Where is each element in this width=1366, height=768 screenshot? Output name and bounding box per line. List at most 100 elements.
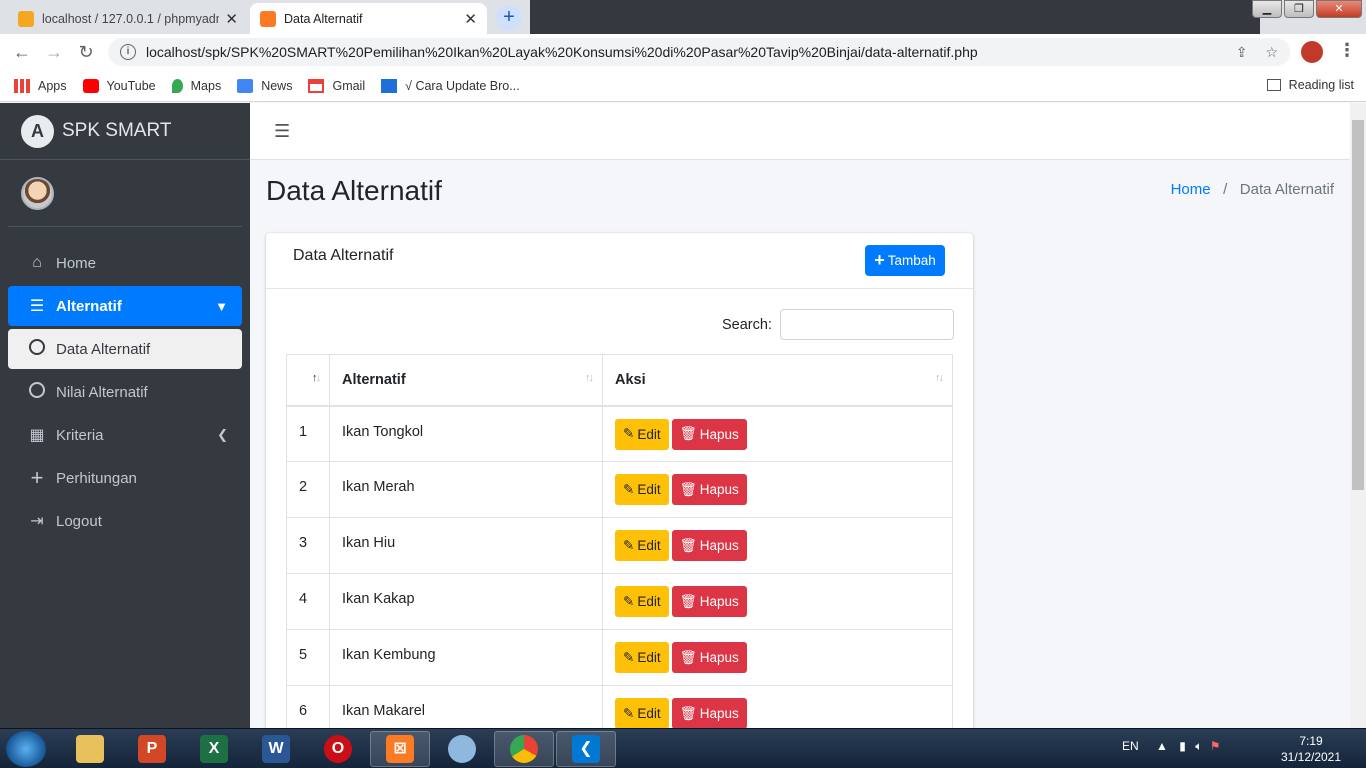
pencil-icon: ✎: [623, 537, 635, 553]
chevron-down-icon: ▼: [215, 298, 228, 314]
sidebar-item-home[interactable]: ⌂ Home: [8, 243, 242, 283]
bookmark-youtube[interactable]: YouTube: [82, 78, 156, 93]
delete-button[interactable]: 🗑︎ Hapus: [671, 586, 747, 617]
add-button[interactable]: + Tambah: [865, 245, 945, 276]
sort-asc-icon[interactable]: ↑↓: [312, 372, 321, 384]
clock-time: 7:19: [1299, 734, 1323, 748]
sidebar-item-label: Nilai Alternatif: [56, 383, 148, 401]
edit-button[interactable]: ✎ Edit: [615, 642, 669, 673]
scrollbar-thumb[interactable]: [1352, 120, 1364, 490]
address-bar[interactable]: i localhost/spk/SPK%20SMART%20Pemilihan%…: [108, 38, 1290, 66]
bookmark-cara-update[interactable]: √ Cara Update Bro...: [381, 78, 520, 93]
sidebar-item-kriteria[interactable]: ▦ Kriteria ❮: [8, 415, 242, 455]
vscode-icon[interactable]: ❮: [556, 731, 616, 767]
close-window-button[interactable]: ✕: [1316, 0, 1362, 18]
page-scrollbar[interactable]: [1350, 103, 1366, 728]
delete-button[interactable]: 🗑︎ Hapus: [671, 530, 747, 561]
news-icon: [237, 78, 254, 93]
sidebar-item-alternatif[interactable]: ☰ Alternatif ▼: [8, 286, 242, 326]
sort-icon[interactable]: ↑↓: [585, 372, 594, 384]
hamburger-menu-icon[interactable]: ☰: [274, 121, 290, 142]
alternatif-name: Ikan Hiu: [329, 517, 603, 574]
sidebar-item-nilai-alternatif[interactable]: Nilai Alternatif: [8, 372, 242, 412]
row-actions: ✎ Edit 🗑︎ Hapus: [602, 517, 953, 574]
table-header-row: ↑↓ Alternatif ↑↓ Aksi ↑↓: [286, 354, 953, 407]
edit-label: Edit: [637, 650, 661, 665]
search-input[interactable]: [779, 309, 954, 340]
breadcrumb-home-link[interactable]: Home: [1171, 181, 1211, 198]
reload-icon[interactable]: ↻: [70, 42, 102, 63]
forward-icon[interactable]: →: [38, 42, 70, 63]
sort-icon[interactable]: ↑↓: [935, 372, 944, 384]
tab-phpmyadmin[interactable]: localhost / 127.0.0.1 / phpmyadmin ✕: [8, 3, 248, 34]
breadcrumb-separator: /: [1214, 181, 1236, 198]
reading-list-label: Reading list: [1288, 78, 1354, 92]
back-icon[interactable]: ←: [6, 42, 38, 63]
column-header-alternatif[interactable]: Alternatif ↑↓: [329, 354, 603, 407]
bookmark-apps[interactable]: Apps: [14, 78, 67, 93]
edit-button[interactable]: ✎ Edit: [615, 530, 669, 561]
brand-link[interactable]: A SPK SMART: [0, 103, 250, 160]
edit-button[interactable]: ✎ Edit: [615, 698, 669, 729]
add-button-label: Tambah: [887, 253, 936, 268]
network-icon[interactable]: ⚑: [1210, 739, 1221, 753]
powerpoint-icon[interactable]: P: [122, 731, 182, 767]
pencil-icon: ✎: [623, 649, 635, 665]
row-number: 4: [286, 573, 330, 630]
pencil-icon: ✎: [623, 426, 635, 441]
profile-avatar[interactable]: [1301, 41, 1323, 63]
trash-icon: 🗑︎: [679, 481, 697, 497]
reading-list-button[interactable]: Reading list: [1266, 78, 1354, 92]
language-indicator[interactable]: EN: [1122, 739, 1139, 753]
clock[interactable]: 7:19 31/12/2021: [1278, 733, 1344, 765]
battery-icon[interactable]: ▮: [1179, 739, 1186, 753]
share-icon[interactable]: ⇪: [1236, 44, 1248, 61]
table-row: 1 Ikan Tongkol ✎ Edit 🗑︎ Hapus: [286, 405, 953, 462]
minimize-button[interactable]: ▁: [1252, 0, 1282, 18]
new-tab-button[interactable]: +: [496, 5, 522, 31]
tab-data-alternatif[interactable]: Data Alternatif ✕: [250, 3, 487, 34]
brand-logo-icon: A: [21, 114, 54, 148]
delete-button[interactable]: 🗑︎ Hapus: [671, 642, 747, 673]
xampp-taskbar-icon[interactable]: ⊠: [370, 731, 430, 767]
bookmark-star-icon[interactable]: ☆: [1265, 44, 1278, 61]
delete-button[interactable]: 🗑︎ Hapus: [671, 474, 747, 505]
grid-icon: ▦: [29, 427, 45, 444]
paint-icon[interactable]: [432, 731, 492, 767]
bookmark-news[interactable]: News: [237, 78, 292, 93]
bookmark-gmail[interactable]: Gmail: [308, 78, 365, 93]
plus-icon: +: [30, 465, 44, 490]
bookmark-maps[interactable]: Maps: [171, 78, 221, 93]
edit-button[interactable]: ✎ Edit: [615, 418, 669, 450]
delete-button[interactable]: 🗑︎ Hapus: [671, 698, 747, 729]
maximize-button[interactable]: ❐: [1284, 0, 1314, 18]
circle-icon: [26, 338, 48, 360]
close-tab-icon[interactable]: ✕: [225, 10, 238, 28]
word-icon[interactable]: W: [246, 731, 306, 767]
breadcrumb: Home / Data Alternatif: [1171, 181, 1334, 198]
volume-icon[interactable]: 🔈︎: [1195, 739, 1202, 753]
delete-button[interactable]: 🗑︎ Hapus: [671, 418, 747, 450]
file-explorer-icon[interactable]: [60, 731, 120, 767]
column-header-no[interactable]: ↑↓: [286, 354, 330, 407]
start-button[interactable]: [6, 731, 46, 767]
chrome-icon[interactable]: [494, 731, 554, 767]
column-header-aksi[interactable]: Aksi ↑↓: [602, 354, 953, 407]
sidebar-item-logout[interactable]: ⇥ Logout: [8, 501, 242, 541]
excel-icon[interactable]: X: [184, 731, 244, 767]
browser-toolbar: ← → ↻ i localhost/spk/SPK%20SMART%20Pemi…: [0, 34, 1366, 70]
edit-label: Edit: [637, 706, 661, 721]
edit-button[interactable]: ✎ Edit: [615, 474, 669, 505]
tray-expand-icon[interactable]: ▲: [1156, 739, 1168, 753]
clock-date: 31/12/2021: [1280, 750, 1342, 764]
breadcrumb-current: Data Alternatif: [1239, 181, 1334, 198]
sidebar-item-data-alternatif[interactable]: Data Alternatif: [8, 329, 242, 369]
close-tab-icon[interactable]: ✕: [464, 10, 477, 28]
delete-label: Hapus: [699, 538, 739, 553]
sidebar-item-perhitungan[interactable]: + Perhitungan: [8, 458, 242, 498]
opera-icon[interactable]: O: [308, 731, 368, 767]
site-info-icon[interactable]: i: [120, 44, 136, 60]
search-label: Search:: [722, 316, 772, 333]
edit-button[interactable]: ✎ Edit: [615, 586, 669, 617]
menu-icon[interactable]: ⋮: [1338, 40, 1356, 61]
